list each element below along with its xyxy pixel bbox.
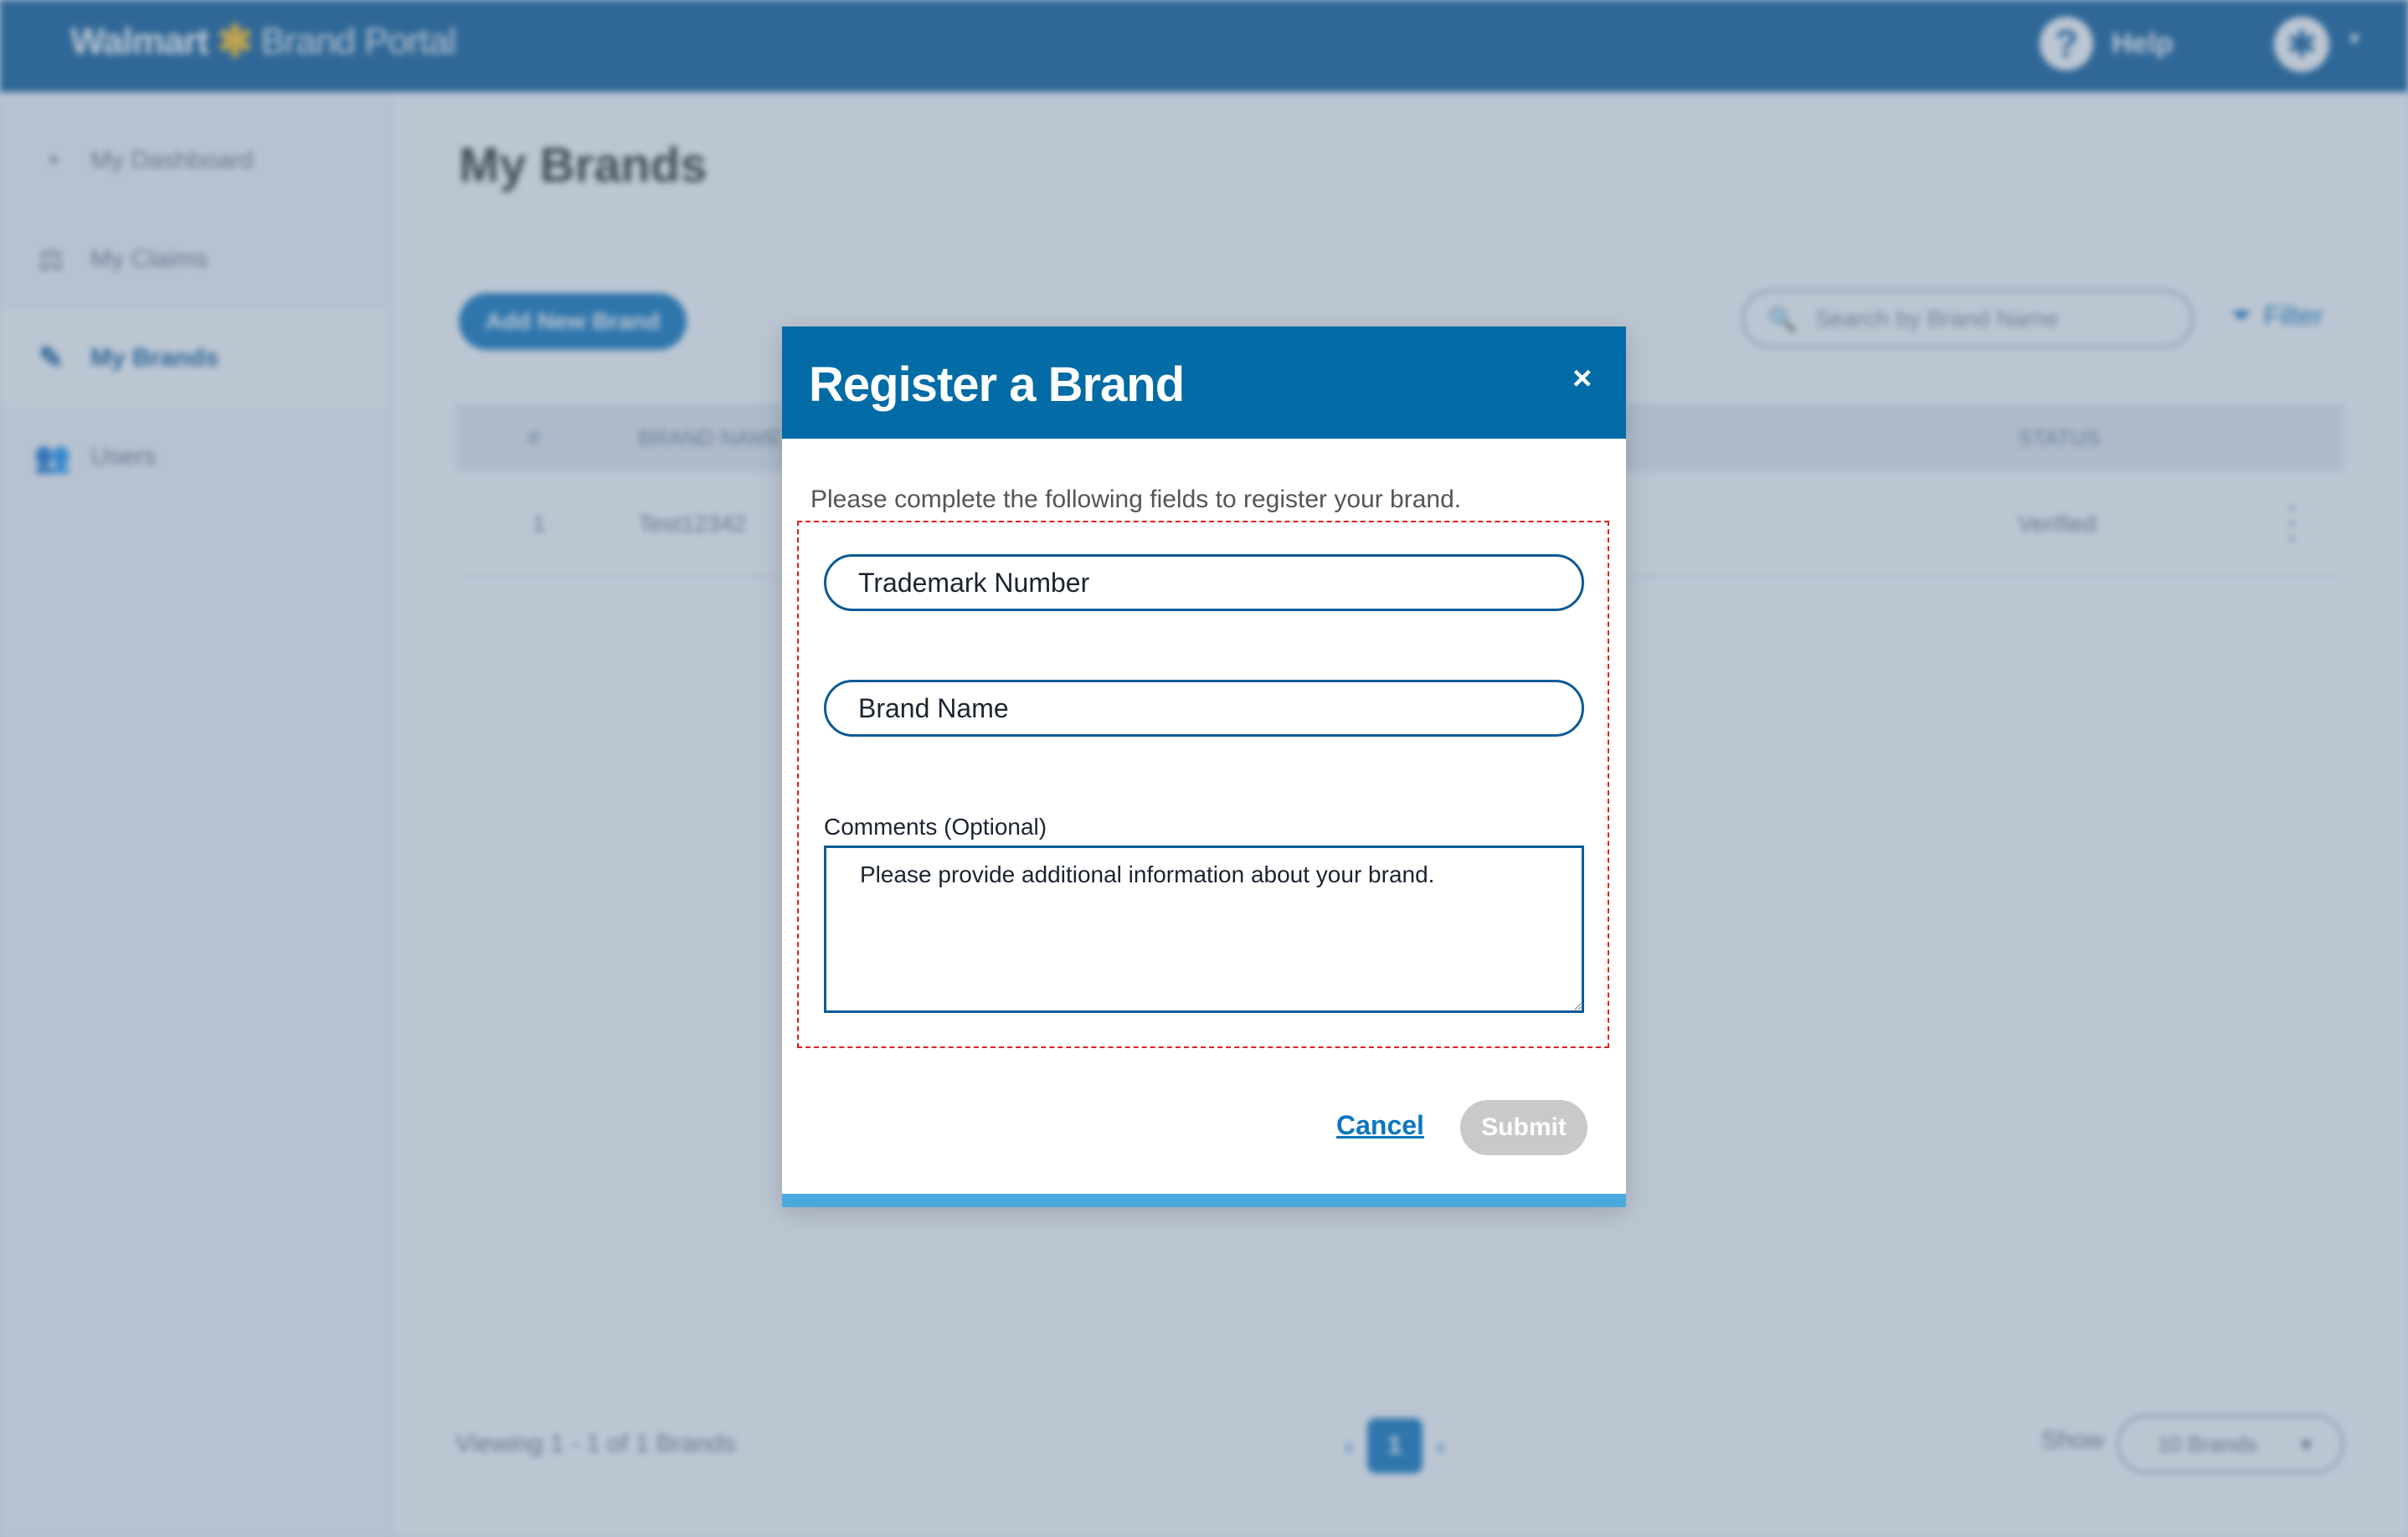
- comments-label: Comments (Optional): [824, 814, 1047, 840]
- modal-title: Register a Brand: [809, 357, 1185, 412]
- brand-name-input[interactable]: [824, 680, 1584, 737]
- close-icon[interactable]: ×: [1572, 362, 1592, 395]
- cancel-button[interactable]: Cancel: [1336, 1110, 1424, 1141]
- modal-footer-bar: [782, 1194, 1626, 1207]
- modal-header: Register a Brand ×: [782, 326, 1626, 439]
- submit-button[interactable]: Submit: [1460, 1100, 1587, 1155]
- trademark-number-input[interactable]: [824, 554, 1584, 611]
- comments-textarea[interactable]: [824, 846, 1584, 1013]
- modal-intro-text: Please complete the following fields to …: [810, 486, 1462, 513]
- register-brand-modal: Register a Brand × Please complete the f…: [782, 326, 1626, 1207]
